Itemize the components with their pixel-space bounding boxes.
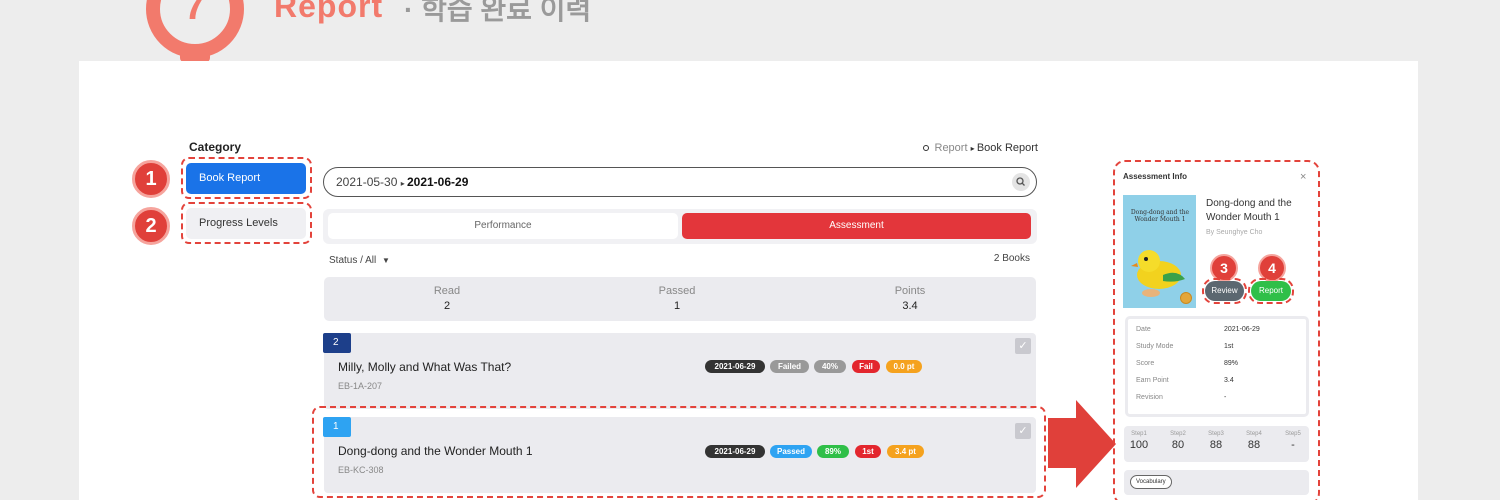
assessment-info-title: Assessment Info xyxy=(1123,172,1188,181)
row-index-tag: 1 xyxy=(323,417,351,437)
score-pill: 40% xyxy=(814,360,846,373)
result-pill: 1st xyxy=(855,445,881,458)
home-dot-icon xyxy=(922,145,929,151)
status-filter-dropdown[interactable]: Status / All ▼ xyxy=(329,255,390,266)
step-label: Step2 xyxy=(1170,431,1186,437)
date-start: 2021-05-30 xyxy=(336,175,398,189)
status-pill: Passed xyxy=(770,445,812,458)
breadcrumb-current: Book Report xyxy=(976,142,1038,154)
book-code: EB-KC-308 xyxy=(338,465,384,475)
points-pill: 3.4 pt xyxy=(887,445,924,458)
status-pill: Failed xyxy=(770,360,809,373)
step-value: 80 xyxy=(1171,439,1185,451)
stat-value: 2 xyxy=(443,300,451,312)
detail-value: - xyxy=(1224,394,1227,401)
step-score: Step2 80 xyxy=(1161,431,1195,451)
step-label: Step5 xyxy=(1285,431,1301,437)
step-number: 7 xyxy=(183,0,207,28)
breadcrumb-parent[interactable]: Report xyxy=(935,142,968,154)
stat-label: Points xyxy=(894,285,926,297)
breadcrumb: Report ▸ Book Report xyxy=(900,142,1038,154)
stat-value: 1 xyxy=(673,300,681,312)
caret-down-icon: ▼ xyxy=(382,256,390,265)
detail-value: 1st xyxy=(1224,343,1234,350)
search-button[interactable] xyxy=(1012,173,1030,191)
tab-assessment[interactable]: Assessment xyxy=(682,213,1031,239)
result-pill: Fail xyxy=(852,360,880,373)
bird-illustration-icon xyxy=(1131,250,1185,297)
book-cover-image: Dong-dong and the Wonder Mouth 1 xyxy=(1123,195,1196,308)
category-label: Category xyxy=(189,140,242,154)
sidebar-item-progress-levels[interactable]: Progress Levels xyxy=(186,208,306,239)
score-pill: 89% xyxy=(817,445,849,458)
detail-key: Score xyxy=(1136,360,1155,367)
sidebar-item-book-report[interactable]: Book Report xyxy=(186,163,306,194)
row-index-tag: 2 xyxy=(323,333,351,353)
step-label: Step4 xyxy=(1246,431,1262,437)
date-end: 2021-06-29 xyxy=(406,175,469,189)
callout-badge-1: 1 xyxy=(132,160,170,198)
detail-value: 3.4 xyxy=(1224,377,1234,384)
book-title: Milly, Molly and What Was That? xyxy=(338,360,512,374)
date-pill: 2021-06-29 xyxy=(705,445,765,458)
date-range-field[interactable]: 2021-05-30 ▸ 2021-06-29 xyxy=(323,167,1037,197)
callout-badge-2: 2 xyxy=(132,207,170,245)
book-code: EB-1A-207 xyxy=(338,381,383,391)
stat-read: Read 2 xyxy=(387,285,507,312)
assessment-book-author: By Seunghye Cho xyxy=(1206,229,1263,236)
points-pill: 0.0 pt xyxy=(886,360,922,373)
detail-key: Study Mode xyxy=(1136,343,1174,350)
step-score: Step1 100 xyxy=(1122,431,1156,451)
stat-label: Read xyxy=(433,285,461,297)
book-title: Dong-dong and the Wonder Mouth 1 xyxy=(338,444,533,458)
stat-points: Points 3.4 xyxy=(850,285,970,312)
vocabulary-button[interactable]: Vocabulary xyxy=(1130,475,1172,489)
step-value: 88 xyxy=(1247,439,1261,451)
review-button[interactable]: Review xyxy=(1205,281,1244,301)
stat-label: Passed xyxy=(658,285,696,297)
step-value: 88 xyxy=(1209,439,1223,451)
cover-title: Dong-dong and the Wonder Mouth 1 xyxy=(1130,209,1190,223)
close-icon[interactable]: × xyxy=(1300,171,1306,183)
step-value: - xyxy=(1291,439,1295,451)
pointer-arrow-head-icon xyxy=(1076,400,1116,488)
detail-value: 89% xyxy=(1224,360,1239,367)
step-label: Step1 xyxy=(1131,431,1147,437)
step-value: 100 xyxy=(1129,439,1149,451)
step-score: Step3 88 xyxy=(1199,431,1233,451)
check-icon: ✓ xyxy=(1018,425,1028,437)
step-label: Step3 xyxy=(1208,431,1224,437)
level-medal-icon xyxy=(1180,292,1192,304)
book-count: 2 Books xyxy=(993,253,1030,264)
row-checkbox[interactable]: ✓ xyxy=(1015,423,1031,439)
row-checkbox[interactable]: ✓ xyxy=(1015,338,1031,354)
assessment-book-title: Dong-dong and the Wonder Mouth 1 xyxy=(1206,198,1292,223)
stat-value: 3.4 xyxy=(902,300,918,312)
stat-passed: Passed 1 xyxy=(617,285,737,312)
detail-key: Date xyxy=(1136,326,1151,333)
step-score: Step5 - xyxy=(1276,431,1310,451)
status-filter-label: Status / All xyxy=(329,255,377,266)
tab-performance[interactable]: Performance xyxy=(328,213,678,239)
heading-subtitle: · 학습 완료 이력 xyxy=(404,0,592,25)
date-pill: 2021-06-29 xyxy=(705,360,765,373)
report-button[interactable]: Report xyxy=(1251,281,1291,301)
detail-key: Revision xyxy=(1136,394,1163,401)
check-icon: ✓ xyxy=(1018,340,1028,352)
search-icon xyxy=(1016,177,1025,186)
detail-key: Earn Point xyxy=(1136,377,1169,384)
detail-value: 2021-06-29 xyxy=(1224,326,1260,333)
heading-title: Report xyxy=(274,0,384,24)
step-score: Step4 88 xyxy=(1237,431,1271,451)
